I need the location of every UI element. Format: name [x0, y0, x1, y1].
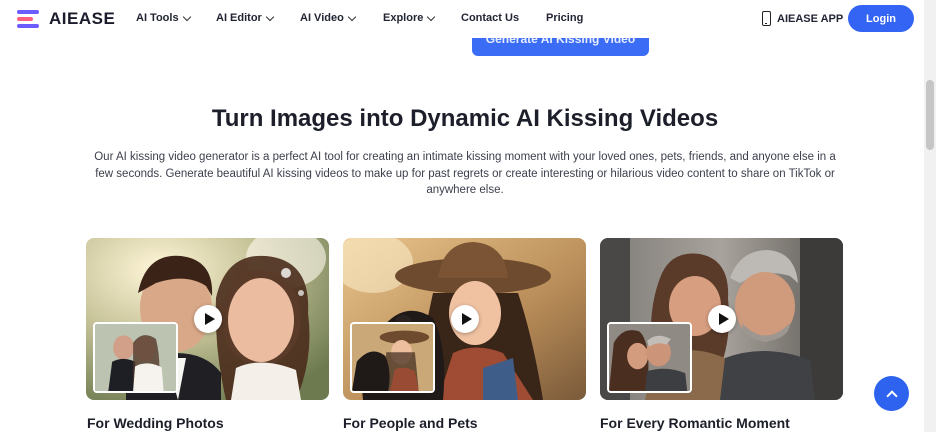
app-download-link[interactable]: AIEASE APP	[762, 11, 843, 26]
chevron-down-icon	[427, 12, 436, 21]
card-title-romantic: For Every Romantic Moment	[600, 415, 790, 431]
play-icon[interactable]	[708, 305, 736, 333]
logo-icon	[17, 10, 43, 28]
nav-label: AI Video	[300, 12, 344, 24]
nav-label: Explore	[383, 12, 424, 24]
chevron-up-icon	[885, 389, 898, 402]
site-header: AIEASE AI Tools AI Editor AI Video Explo…	[0, 0, 924, 38]
play-icon[interactable]	[451, 305, 479, 333]
nav-ai-editor[interactable]: AI Editor	[216, 12, 275, 24]
login-button[interactable]: Login	[848, 5, 914, 32]
nav-label: AI Tools	[136, 12, 179, 24]
card-romantic-video[interactable]	[600, 238, 843, 400]
nav-label: Contact Us	[461, 12, 520, 24]
play-icon[interactable]	[194, 305, 222, 333]
chevron-down-icon	[182, 12, 191, 21]
section-title: Turn Images into Dynamic AI Kissing Vide…	[211, 105, 719, 132]
app-label: AIEASE APP	[777, 12, 844, 25]
nav-label: AI Editor	[216, 12, 262, 24]
card-title-wedding: For Wedding Photos	[87, 415, 224, 431]
phone-icon	[762, 11, 771, 26]
section-description: Our AI kissing video generator is a perf…	[94, 151, 836, 196]
card-pets-video[interactable]	[343, 238, 586, 400]
page-scrollbar[interactable]	[924, 0, 936, 432]
nav-explore[interactable]: Explore	[383, 12, 436, 24]
nav-ai-video[interactable]: AI Video	[300, 12, 357, 24]
nav-pricing[interactable]: Pricing	[546, 12, 583, 24]
chevron-down-icon	[265, 12, 275, 21]
logo[interactable]: AIEASE	[17, 9, 115, 29]
chevron-down-icon	[347, 12, 357, 21]
logo-text: AIEASE	[49, 9, 116, 28]
nav-contact-us[interactable]: Contact Us	[461, 12, 519, 24]
back-to-top-button[interactable]	[874, 376, 909, 411]
card-title-pets: For People and Pets	[343, 415, 478, 431]
wedding-source-thumbnail	[93, 322, 178, 393]
scrollbar-thumb[interactable]	[926, 80, 934, 150]
romantic-source-thumbnail	[607, 322, 692, 393]
nav-label: Pricing	[546, 12, 584, 24]
card-wedding-video[interactable]	[86, 238, 329, 400]
nav-ai-tools[interactable]: AI Tools	[136, 12, 191, 24]
pets-source-thumbnail	[350, 322, 435, 393]
